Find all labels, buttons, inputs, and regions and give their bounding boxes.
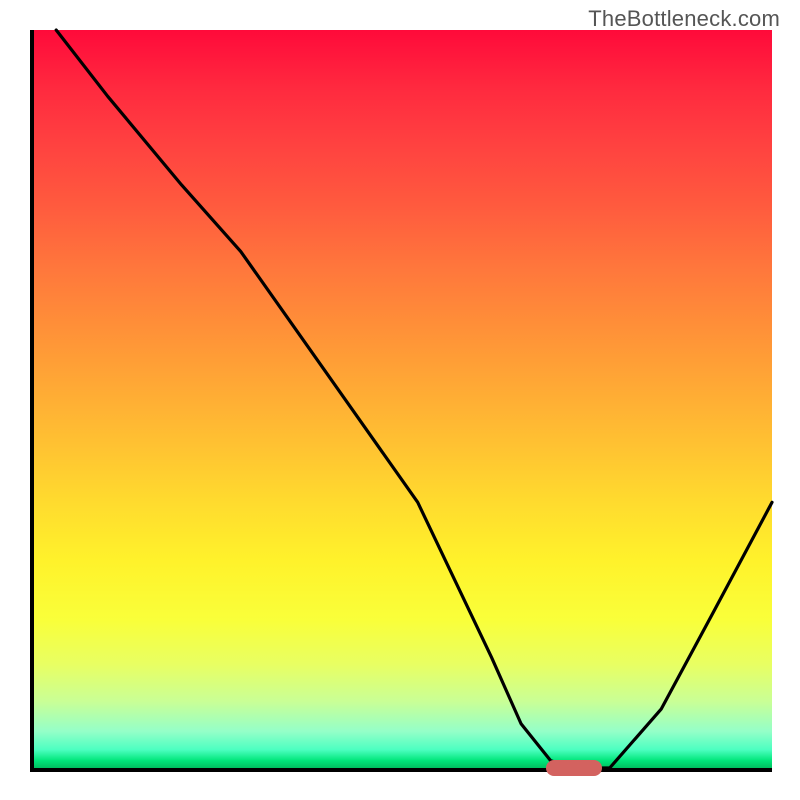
optimal-range-marker (546, 760, 602, 776)
watermark-text: TheBottleneck.com (588, 6, 780, 32)
chart-plot-area (30, 30, 772, 772)
chart-line (34, 30, 772, 768)
